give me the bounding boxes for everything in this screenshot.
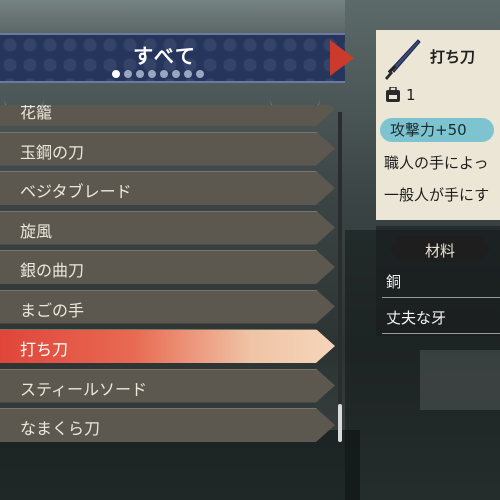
- materials-panel: 材料 銅 丈夫な牙: [376, 226, 500, 336]
- weapon-list-item-label: 旋風: [20, 221, 53, 241]
- page-dot: [196, 70, 204, 78]
- weapon-list-item[interactable]: 花籠: [0, 105, 335, 126]
- page-dot: [160, 70, 168, 78]
- weapon-list-item-label: 花籠: [20, 105, 53, 122]
- page-dot: [124, 70, 132, 78]
- material-name: 丈夫な牙: [386, 309, 447, 327]
- weapon-list-item-label: まごの手: [20, 300, 85, 320]
- weapon-list-item-label: なまくら刀: [20, 419, 101, 438]
- description-line-1: 職人の手によっ: [384, 154, 489, 172]
- category-header[interactable]: すべて: [0, 33, 345, 111]
- material-name: 銅: [386, 273, 402, 291]
- weapon-list-item-label: 玉鋼の刀: [20, 142, 85, 162]
- weapon-list-item[interactable]: 打ち刀: [0, 329, 335, 363]
- scrollbar-track[interactable]: [338, 112, 342, 442]
- description-line-2: 一般人が手にす: [384, 186, 490, 204]
- weapon-list-item-label: 銀の曲刀: [20, 261, 85, 280]
- weapon-list-item[interactable]: 玉鋼の刀: [0, 131, 335, 166]
- page-dot: [184, 70, 192, 78]
- scrollbar-thumb[interactable]: [338, 404, 342, 442]
- weapon-list-item[interactable]: 銀の曲刀: [0, 250, 335, 284]
- weapon-list-item[interactable]: まごの手: [0, 289, 335, 324]
- weapon-list-item[interactable]: 旋風: [0, 210, 335, 245]
- owned-count: 1: [406, 86, 416, 104]
- weapon-list-item-label: ベジタブレード: [20, 182, 132, 201]
- page-dot: [112, 70, 120, 78]
- weapon-detail-panel: 打ち刀 1 攻撃力+50 職人の手によっ 一般人が手にす: [376, 30, 500, 220]
- page-dot: [148, 70, 156, 78]
- weapon-list-item-label: スティールソード: [20, 379, 148, 399]
- backpack-icon: [386, 87, 400, 102]
- weapon-name: 打ち刀: [430, 48, 476, 66]
- materials-title: 材料: [424, 242, 455, 260]
- attack-stat-badge: 攻撃力+50: [380, 118, 494, 142]
- page-dot: [172, 70, 180, 78]
- page-indicator: [112, 70, 222, 80]
- materials-title-bar: 材料: [390, 236, 490, 262]
- weapon-list-item[interactable]: スティールソード: [0, 368, 335, 403]
- material-row: 丈夫な牙: [382, 302, 500, 334]
- weapon-list-item-label: 打ち刀: [20, 340, 69, 359]
- material-row: 銅: [382, 266, 500, 298]
- weapon-list: 花籠玉鋼の刀ベジタブレード 旋風銀の曲刀まごの手打ち刀スティールソード なまくら刀: [0, 105, 335, 445]
- category-title: すべて: [133, 44, 197, 68]
- background-scene-object: [420, 350, 500, 410]
- katana-icon: [385, 39, 421, 80]
- weapon-list-item[interactable]: なまくら刀: [0, 408, 335, 442]
- page-dot: [136, 70, 144, 78]
- weapon-list-item[interactable]: ベジタブレード: [0, 171, 335, 205]
